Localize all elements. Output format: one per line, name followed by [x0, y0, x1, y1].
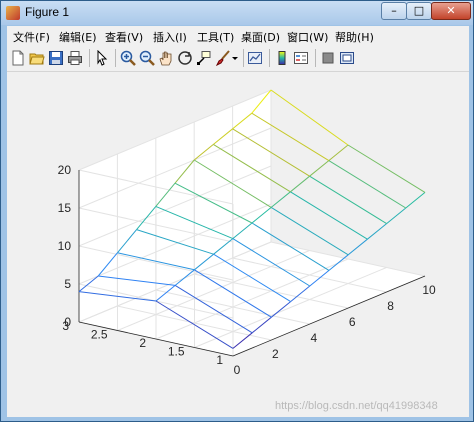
menu-insert[interactable]: 插入(I)	[153, 29, 187, 45]
y-tick-label: 1.5	[168, 345, 185, 359]
zoom-in-icon[interactable]	[120, 50, 136, 66]
toolbar-separator	[243, 49, 244, 67]
mesh-line	[367, 223, 387, 240]
save-icon[interactable]	[48, 50, 64, 66]
z-tick-label: 5	[64, 277, 71, 291]
y-tick-label: 2	[139, 336, 146, 350]
z-tick-label: 15	[58, 201, 72, 215]
menu-tools[interactable]: 工具(T)	[197, 29, 234, 45]
open-file-icon[interactable]	[29, 50, 45, 66]
y-tick-label: 1	[216, 353, 223, 367]
menu-file[interactable]: 文件(F)	[13, 29, 50, 45]
pan-hand-icon[interactable]	[158, 50, 174, 66]
matlab-icon	[6, 6, 20, 20]
mesh-plot[interactable]: 024681011.522.5305101520 https://blog.cs…	[7, 72, 469, 417]
mesh-line	[386, 207, 407, 224]
zoom-out-icon[interactable]	[139, 50, 155, 66]
menu-view[interactable]: 查看(V)	[105, 29, 143, 45]
close-button[interactable]: ✕	[431, 2, 471, 20]
figure-window: Figure 1 – □ ✕ 文件(F) 编辑(E) 查看(V) 插入(I) 工…	[0, 0, 474, 422]
x-tick-label: 6	[349, 315, 356, 329]
brush-icon[interactable]	[215, 50, 231, 66]
mesh-line	[290, 175, 310, 193]
title-bar[interactable]: Figure 1 – □ ✕	[1, 1, 473, 25]
colorbar-icon[interactable]	[274, 50, 290, 66]
x-tick-label: 2	[272, 347, 279, 361]
x-tick-label: 0	[234, 363, 241, 377]
menu-window[interactable]: 窗口(W)	[287, 29, 328, 45]
mesh-line	[290, 191, 368, 240]
brush-dropdown-icon[interactable]	[231, 50, 239, 66]
figure-toolbar	[7, 45, 469, 72]
mesh-line	[347, 144, 426, 193]
legend-icon[interactable]	[293, 50, 309, 66]
y-tick-label: 2.5	[91, 328, 108, 342]
menu-edit[interactable]: 编辑(E)	[59, 29, 97, 45]
pointer-icon[interactable]	[94, 50, 110, 66]
minimize-button[interactable]: –	[381, 2, 407, 20]
mesh-line	[347, 238, 368, 256]
show-plot-tools-icon[interactable]	[339, 50, 355, 66]
toolbar-separator	[269, 49, 270, 67]
mesh-line	[270, 89, 349, 146]
print-icon[interactable]	[67, 50, 83, 66]
watermark: https://blog.csdn.net/qq41998348	[275, 400, 438, 412]
menu-help[interactable]: 帮助(H)	[335, 29, 374, 45]
link-plot-icon[interactable]	[247, 50, 263, 66]
hide-plot-tools-icon[interactable]	[320, 50, 336, 66]
figure-canvas[interactable]: 0 2 4 6 8 10 1 1.5 2 2.5 3 0 5 10 15 20 https://blog.cs…	[7, 72, 469, 417]
z-tick-label: 10	[58, 239, 72, 253]
toolbar-separator	[315, 49, 316, 67]
mesh-line	[405, 192, 426, 209]
mesh-line	[328, 160, 407, 209]
mesh-line	[270, 191, 291, 208]
new-figure-icon[interactable]	[10, 50, 26, 66]
data-cursor-icon[interactable]	[196, 50, 212, 66]
mesh-line	[328, 144, 349, 161]
x-tick-label: 10	[422, 283, 436, 297]
toolbar-separator	[89, 49, 90, 67]
window-title: Figure 1	[25, 5, 70, 19]
z-tick-label: 0	[64, 315, 71, 329]
toolbar-separator	[115, 49, 116, 67]
z-tick-label: 20	[58, 163, 72, 177]
rotate-3d-icon[interactable]	[177, 50, 193, 66]
mesh-line	[309, 175, 387, 225]
menu-desktop[interactable]: 桌面(D)	[241, 29, 280, 45]
mesh-line	[309, 160, 330, 177]
maximize-button[interactable]: □	[406, 2, 432, 20]
x-tick-label: 4	[310, 331, 317, 345]
x-tick-label: 8	[387, 299, 394, 313]
menu-bar: 文件(F) 编辑(E) 查看(V) 插入(I) 工具(T) 桌面(D) 窗口(W…	[7, 26, 469, 45]
